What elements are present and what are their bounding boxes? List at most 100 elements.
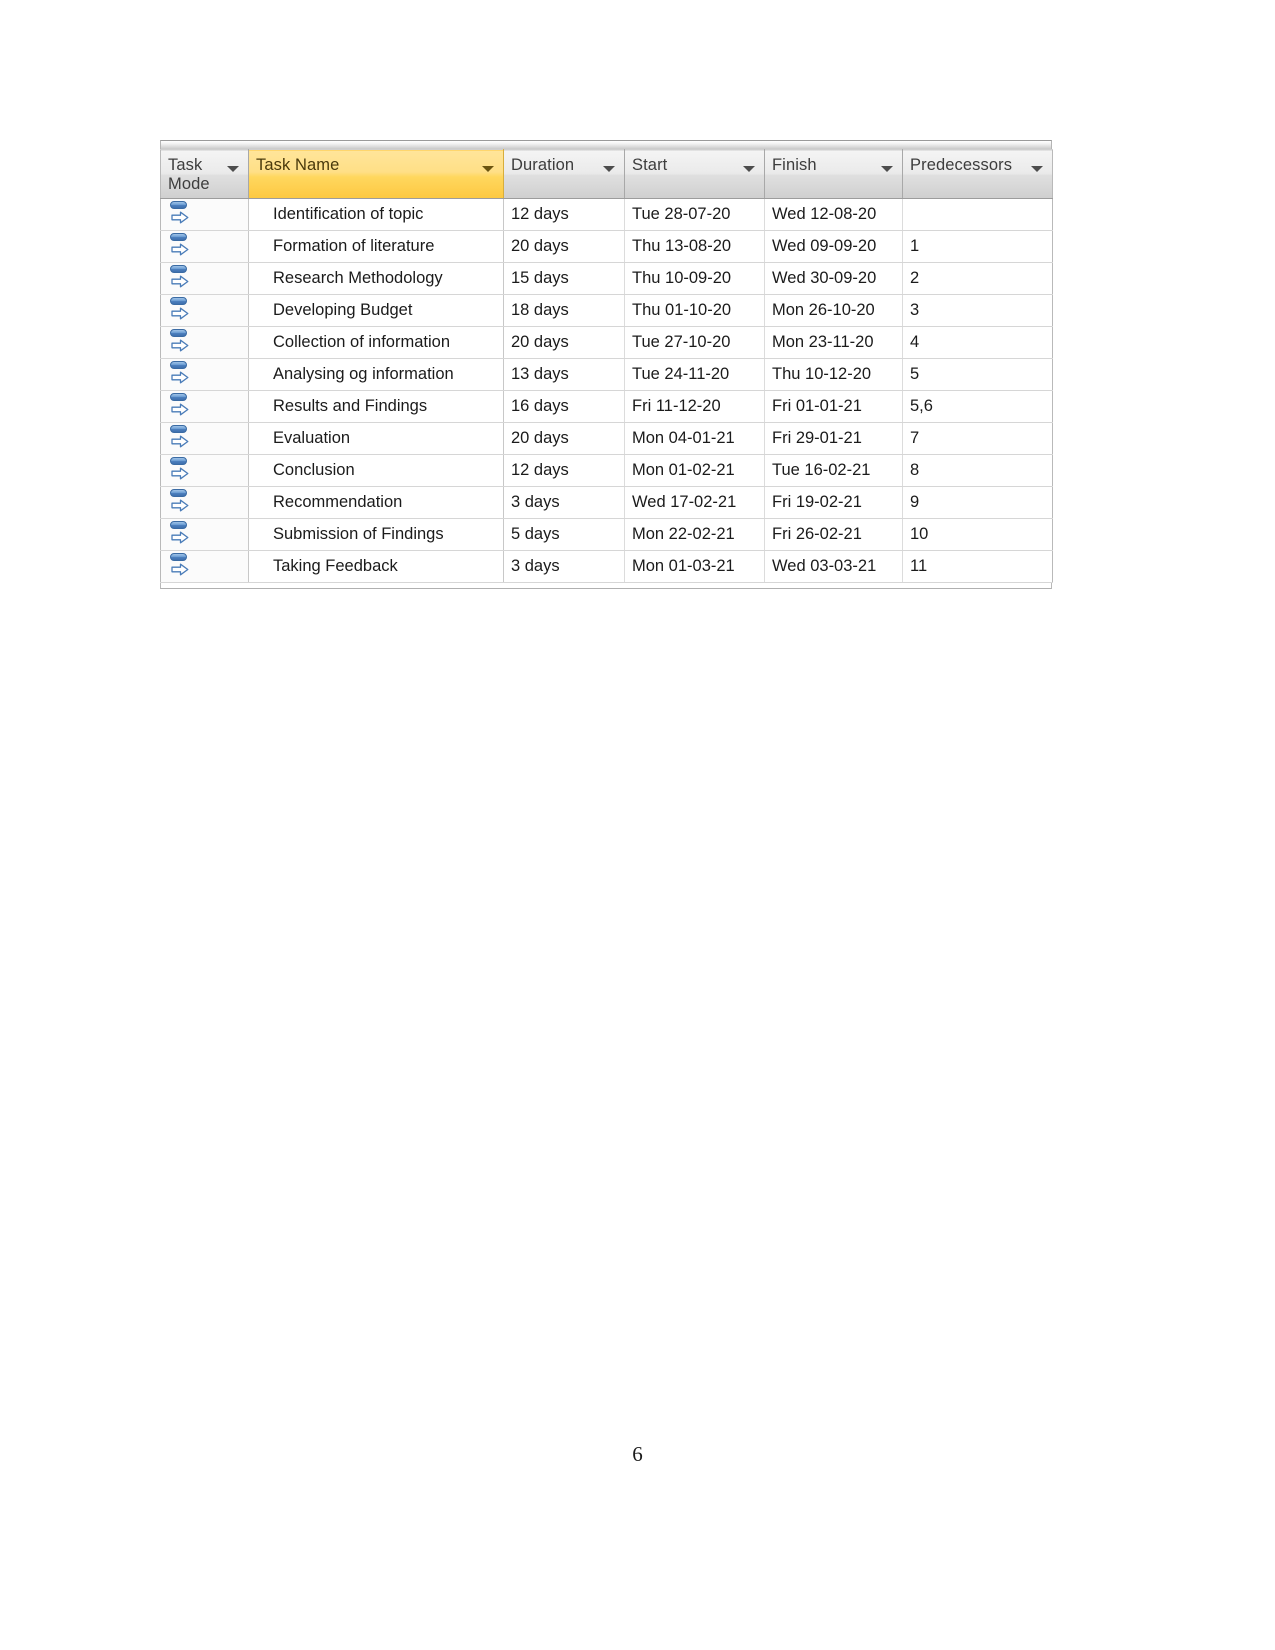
cell-duration[interactable]: 12 days <box>503 198 625 231</box>
cell-duration[interactable]: 16 days <box>503 390 625 423</box>
cell-start[interactable]: Mon 04-01-21 <box>624 422 765 455</box>
cell-start[interactable]: Fri 11-12-20 <box>624 390 765 423</box>
cell-task-name[interactable]: Identification of topic <box>248 198 504 231</box>
cell-task-name[interactable]: Formation of literature <box>248 230 504 263</box>
cell-task-name[interactable]: Analysing og information <box>248 358 504 391</box>
chevron-down-icon[interactable] <box>482 166 494 172</box>
column-header-task-name[interactable]: Task Name <box>248 149 504 199</box>
cell-task-mode[interactable] <box>160 262 249 295</box>
cell-predecessors[interactable]: 9 <box>902 486 1053 519</box>
cell-task-name[interactable]: Results and Findings <box>248 390 504 423</box>
cell-task-mode[interactable] <box>160 358 249 391</box>
cell-finish[interactable]: Mon 23-11-20 <box>764 326 903 359</box>
cell-predecessors[interactable]: 8 <box>902 454 1053 487</box>
cell-finish[interactable]: Wed 09-09-20 <box>764 230 903 263</box>
cell-duration[interactable]: 20 days <box>503 230 625 263</box>
cell-start[interactable]: Mon 22-02-21 <box>624 518 765 551</box>
cell-duration[interactable]: 18 days <box>503 294 625 327</box>
cell-finish[interactable]: Fri 01-01-21 <box>764 390 903 423</box>
cell-predecessors[interactable] <box>902 198 1053 231</box>
cell-finish[interactable]: Wed 12-08-20 <box>764 198 903 231</box>
cell-task-name[interactable]: Evaluation <box>248 422 504 455</box>
chevron-down-icon[interactable] <box>881 166 893 172</box>
table-row[interactable]: Identification of topic 12 days Tue 28-07-… <box>160 198 1053 231</box>
cell-task-mode[interactable] <box>160 486 249 519</box>
cell-finish[interactable]: Thu 10-12-20 <box>764 358 903 391</box>
cell-predecessors[interactable]: 3 <box>902 294 1053 327</box>
cell-finish[interactable]: Tue 16-02-21 <box>764 454 903 487</box>
cell-finish[interactable]: Mon 26-10-20 <box>764 294 903 327</box>
cell-task-mode[interactable] <box>160 454 249 487</box>
cell-predecessors[interactable]: 4 <box>902 326 1053 359</box>
cell-duration[interactable]: 12 days <box>503 454 625 487</box>
cell-task-mode[interactable] <box>160 198 249 231</box>
cell-predecessors[interactable]: 7 <box>902 422 1053 455</box>
chevron-down-icon[interactable] <box>1031 166 1043 172</box>
cell-start[interactable]: Tue 27-10-20 <box>624 326 765 359</box>
cell-task-mode[interactable] <box>160 390 249 423</box>
cell-finish[interactable]: Fri 19-02-21 <box>764 486 903 519</box>
cell-duration[interactable]: 20 days <box>503 326 625 359</box>
cell-start[interactable]: Thu 13-08-20 <box>624 230 765 263</box>
table-row[interactable]: Recommendation 3 days Wed 17-02-21 Fri 19-0… <box>160 486 1053 519</box>
table-row[interactable]: Submission of Findings 5 days Mon 22-02-21… <box>160 518 1053 551</box>
cell-finish-text: Fri 19-02-21 <box>772 493 862 511</box>
cell-task-name[interactable]: Developing Budget <box>248 294 504 327</box>
right-arrow-outline-icon <box>171 499 189 512</box>
cell-predecessors[interactable]: 5 <box>902 358 1053 391</box>
cell-predecessors[interactable]: 5,6 <box>902 390 1053 423</box>
cell-task-name[interactable]: Conclusion <box>248 454 504 487</box>
cell-task-name[interactable]: Collection of information <box>248 326 504 359</box>
column-header-duration[interactable]: Duration <box>503 149 625 199</box>
cell-start[interactable]: Tue 24-11-20 <box>624 358 765 391</box>
table-row[interactable]: Taking Feedback 3 days Mon 01-03-21 Wed 03-… <box>160 550 1053 583</box>
cell-predecessors[interactable]: 1 <box>902 230 1053 263</box>
cell-duration[interactable]: 13 days <box>503 358 625 391</box>
cell-duration[interactable]: 20 days <box>503 422 625 455</box>
chevron-down-icon[interactable] <box>227 166 239 172</box>
table-row[interactable]: Evaluation 20 days Mon 04-01-21 Fri 29-01-2… <box>160 422 1053 455</box>
cell-predecessors[interactable]: 11 <box>902 550 1053 583</box>
table-row[interactable]: Analysing og information 13 days Tue 24-11… <box>160 358 1053 391</box>
cell-start[interactable]: Thu 10-09-20 <box>624 262 765 295</box>
cell-duration[interactable]: 3 days <box>503 486 625 519</box>
cell-start[interactable]: Mon 01-03-21 <box>624 550 765 583</box>
table-row[interactable]: Formation of literature 20 days Thu 13-08-… <box>160 230 1053 263</box>
table-row[interactable]: Developing Budget 18 days Thu 01-10-20 Mon … <box>160 294 1053 327</box>
cell-finish[interactable]: Fri 29-01-21 <box>764 422 903 455</box>
cell-finish[interactable]: Fri 26-02-21 <box>764 518 903 551</box>
cell-duration-text: 3 days <box>511 557 560 575</box>
cell-start[interactable]: Wed 17-02-21 <box>624 486 765 519</box>
column-header-start[interactable]: Start <box>624 149 765 199</box>
cell-task-name[interactable]: Taking Feedback <box>248 550 504 583</box>
chevron-down-icon[interactable] <box>603 166 615 172</box>
cell-task-name[interactable]: Recommendation <box>248 486 504 519</box>
chevron-down-icon[interactable] <box>743 166 755 172</box>
cell-task-name[interactable]: Research Methodology <box>248 262 504 295</box>
column-header-task-mode[interactable]: Task Mode <box>160 149 249 199</box>
column-header-finish[interactable]: Finish <box>764 149 903 199</box>
cell-start[interactable]: Mon 01-02-21 <box>624 454 765 487</box>
cell-task-mode[interactable] <box>160 230 249 263</box>
cell-start[interactable]: Tue 28-07-20 <box>624 198 765 231</box>
cell-predecessors[interactable]: 2 <box>902 262 1053 295</box>
table-row[interactable]: Results and Findings 16 days Fri 11-12-20 F… <box>160 390 1053 423</box>
cell-start-text: Thu 13-08-20 <box>632 237 732 255</box>
cell-task-mode[interactable] <box>160 518 249 551</box>
cell-task-mode[interactable] <box>160 294 249 327</box>
cell-predecessors[interactable]: 10 <box>902 518 1053 551</box>
cell-start[interactable]: Thu 01-10-20 <box>624 294 765 327</box>
table-row[interactable]: Research Methodology 15 days Thu 10-09-20 W… <box>160 262 1053 295</box>
cell-finish[interactable]: Wed 03-03-21 <box>764 550 903 583</box>
cell-task-mode[interactable] <box>160 326 249 359</box>
cell-duration[interactable]: 15 days <box>503 262 625 295</box>
column-header-predecessors[interactable]: Predecessors <box>902 149 1053 199</box>
table-row[interactable]: Collection of information 20 days Tue 27-1… <box>160 326 1053 359</box>
cell-task-mode[interactable] <box>160 422 249 455</box>
cell-task-name[interactable]: Submission of Findings <box>248 518 504 551</box>
cell-duration[interactable]: 3 days <box>503 550 625 583</box>
cell-duration[interactable]: 5 days <box>503 518 625 551</box>
table-row[interactable]: Conclusion 12 days Mon 01-02-21 Tue 16-02-2… <box>160 454 1053 487</box>
cell-task-mode[interactable] <box>160 550 249 583</box>
cell-finish[interactable]: Wed 30-09-20 <box>764 262 903 295</box>
